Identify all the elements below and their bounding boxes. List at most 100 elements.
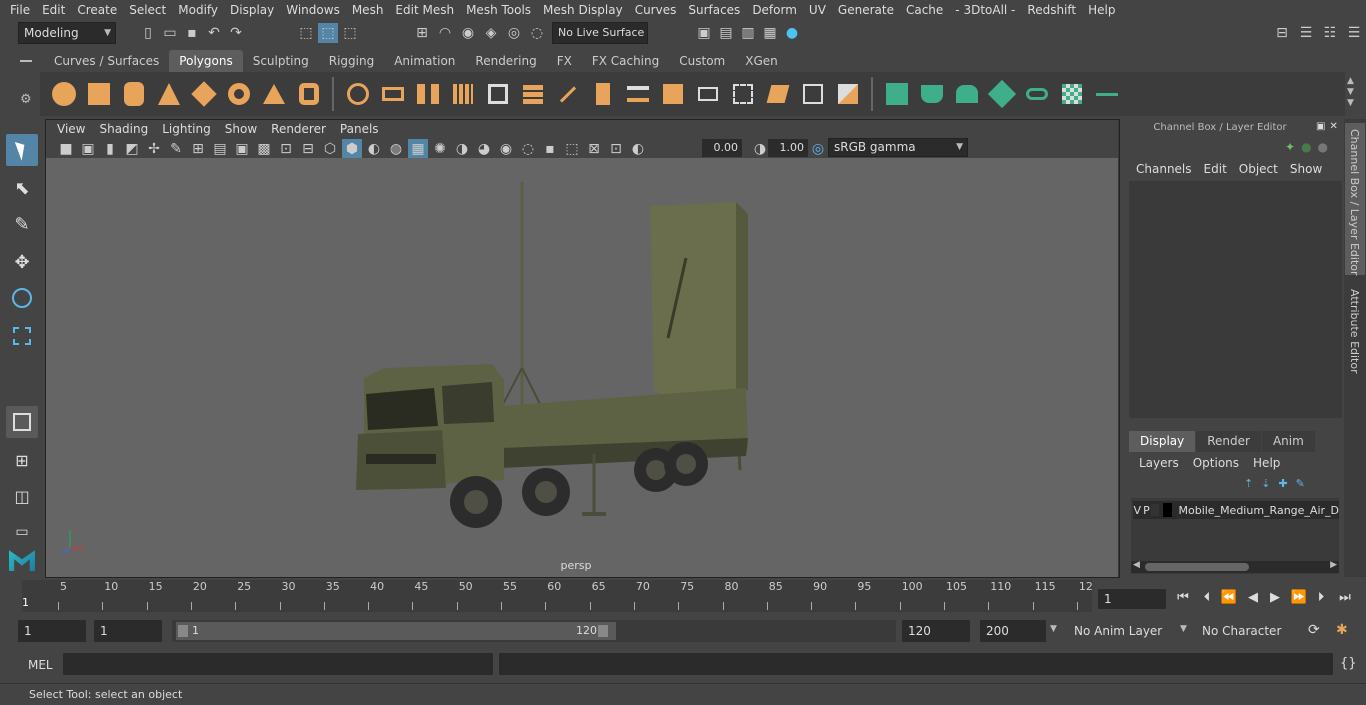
isolate-select-icon[interactable]: ⬚ — [562, 139, 582, 159]
scale-tool-icon[interactable] — [6, 320, 38, 352]
checker-icon[interactable] — [1054, 76, 1089, 112]
poly-cube-icon[interactable] — [81, 76, 116, 112]
hypershade-icon[interactable]: ● — [782, 23, 802, 43]
tab-fx-caching[interactable]: FX Caching — [582, 50, 669, 72]
tab-anim[interactable]: Anim — [1261, 431, 1315, 452]
menu-surfaces[interactable]: Surfaces — [682, 3, 746, 17]
step-forward-icon[interactable]: ⏵ — [1312, 588, 1330, 606]
ipr-render-icon[interactable]: ▥ — [738, 23, 758, 43]
menu-edit[interactable]: Edit — [36, 3, 71, 17]
axis-icon[interactable]: ✦ — [1285, 140, 1295, 154]
color-space-dropdown[interactable]: sRGB gamma ▼ — [828, 138, 968, 157]
tab-render[interactable]: Render — [1196, 431, 1261, 452]
menu-redshift[interactable]: Redshift — [1021, 3, 1082, 17]
ambient-occlusion-icon[interactable]: ◕ — [474, 139, 494, 159]
insert-edge-loop-icon[interactable] — [690, 76, 725, 112]
reduce-icon[interactable] — [480, 76, 515, 112]
select-hierarchy-icon[interactable]: ⬚ — [296, 23, 316, 43]
menu-generate[interactable]: Generate — [832, 3, 900, 17]
lights-icon[interactable]: ✺ — [430, 139, 450, 159]
play-backwards-icon[interactable]: ◀ — [1244, 588, 1262, 606]
poly-cone-icon[interactable] — [151, 76, 186, 112]
color-management-icon[interactable]: ◎ — [808, 139, 828, 159]
layout-single-icon[interactable] — [6, 406, 38, 438]
field-chart-icon[interactable]: ⊡ — [276, 139, 296, 159]
extrude-icon[interactable] — [515, 76, 550, 112]
save-scene-icon[interactable]: ▪ — [182, 23, 202, 43]
menu-file[interactable]: File — [4, 3, 36, 17]
automatic-mapping-icon[interactable] — [795, 76, 830, 112]
go-to-end-icon[interactable]: ⏭ — [1336, 588, 1354, 606]
camera-attributes-icon[interactable]: ▣ — [78, 139, 98, 159]
two-d-pan-icon[interactable]: ✢ — [144, 139, 164, 159]
menu-create[interactable]: Create — [71, 3, 123, 17]
exposure-icon[interactable]: ◐ — [628, 139, 648, 159]
undo-icon[interactable]: ↶ — [204, 23, 224, 43]
menu-cache[interactable]: Cache — [900, 3, 949, 17]
film-gate-icon[interactable]: ▤ — [210, 139, 230, 159]
channel-menu-object[interactable]: Object — [1233, 162, 1284, 176]
offset-edge-loop-icon[interactable] — [725, 76, 760, 112]
grab-brush-icon[interactable] — [984, 76, 1019, 112]
menu-mesh[interactable]: Mesh — [346, 3, 390, 17]
shelf-scroll[interactable]: ▲ ▼ ▼ — [1347, 76, 1354, 109]
xray-joints-icon[interactable]: ⊠ — [584, 139, 604, 159]
poly-plane-icon[interactable] — [186, 76, 221, 112]
step-back-icon[interactable]: ⏴ — [1198, 588, 1216, 606]
range-slider-handle[interactable] — [176, 622, 616, 640]
tab-rendering[interactable]: Rendering — [465, 50, 546, 72]
range-start-grip[interactable] — [178, 625, 188, 637]
layer-scrollbar[interactable]: ◀ ▶ — [1131, 560, 1339, 573]
scrollbar-thumb[interactable] — [1145, 563, 1249, 571]
textured-icon[interactable]: ▦ — [408, 139, 428, 159]
resolution-gate-icon[interactable]: ▣ — [232, 139, 252, 159]
channel-menu-show[interactable]: Show — [1284, 162, 1328, 176]
menu-modify[interactable]: Modify — [172, 3, 224, 17]
combine-icon[interactable] — [340, 76, 375, 112]
range-end-grip[interactable] — [598, 625, 608, 637]
snap-view-plane-icon[interactable]: ◈ — [481, 23, 501, 43]
layer-menu-layers[interactable]: Layers — [1132, 456, 1186, 470]
smooth-shade-icon[interactable]: ⬢ — [342, 139, 362, 159]
xray-icon[interactable]: ◍ — [386, 139, 406, 159]
viewport-3d[interactable] — [46, 158, 1118, 577]
live-surface-field[interactable]: No Live Surface — [552, 22, 648, 44]
snap-point-icon[interactable]: ◉ — [458, 23, 478, 43]
tab-custom[interactable]: Custom — [669, 50, 735, 72]
tab-xgen[interactable]: XGen — [735, 50, 788, 72]
shadows-icon[interactable]: ◑ — [452, 139, 472, 159]
panel-menu-shading[interactable]: Shading — [92, 122, 155, 136]
move-layer-up-icon[interactable]: ⇡ — [1244, 477, 1253, 490]
truck-model[interactable] — [46, 158, 1118, 577]
menu-display[interactable]: Display — [224, 3, 280, 17]
poly-cylinder-icon[interactable] — [116, 76, 151, 112]
command-input[interactable] — [63, 653, 493, 675]
snap-surface-icon[interactable]: ◎ — [504, 23, 524, 43]
tab-display[interactable]: Display — [1129, 431, 1196, 452]
close-icon[interactable]: ✕ — [1329, 121, 1337, 132]
attribute-editor-icon[interactable]: ☰ — [1296, 23, 1316, 43]
pinch-brush-icon[interactable] — [1019, 76, 1054, 112]
rotate-tool-icon[interactable] — [6, 282, 38, 314]
layer-visibility-toggle[interactable]: V — [1133, 504, 1142, 517]
new-layer-selected-icon[interactable]: ✎ — [1296, 477, 1305, 490]
menu-uv[interactable]: UV — [803, 3, 832, 17]
current-frame-field[interactable]: 1 — [1098, 589, 1166, 609]
depth-of-field-icon[interactable]: ▪ — [540, 139, 560, 159]
menu-curves[interactable]: Curves — [629, 3, 683, 17]
tab-curves-surfaces[interactable]: Curves / Surfaces — [44, 50, 169, 72]
append-polygon-icon[interactable] — [655, 76, 690, 112]
menu-mesh-tools[interactable]: Mesh Tools — [460, 3, 537, 17]
tab-polygons[interactable]: Polygons — [169, 50, 243, 72]
multi-cut-icon[interactable] — [550, 76, 585, 112]
tab-animation[interactable]: Animation — [384, 50, 465, 72]
image-plane-icon[interactable]: ◩ — [122, 139, 142, 159]
render-view-icon[interactable]: ▣ — [694, 23, 714, 43]
script-editor-icon[interactable]: {} — [1340, 656, 1357, 671]
layout-four-icon[interactable]: ⊞ — [6, 444, 38, 476]
playback-start-field[interactable]: 1 — [94, 620, 162, 642]
menu-3dtoall[interactable]: - 3DtoAll - — [949, 3, 1021, 17]
motion-blur-icon[interactable]: ◉ — [496, 139, 516, 159]
channel-box-icon[interactable]: ☰ — [1344, 23, 1364, 43]
select-tool-icon[interactable] — [6, 134, 38, 166]
